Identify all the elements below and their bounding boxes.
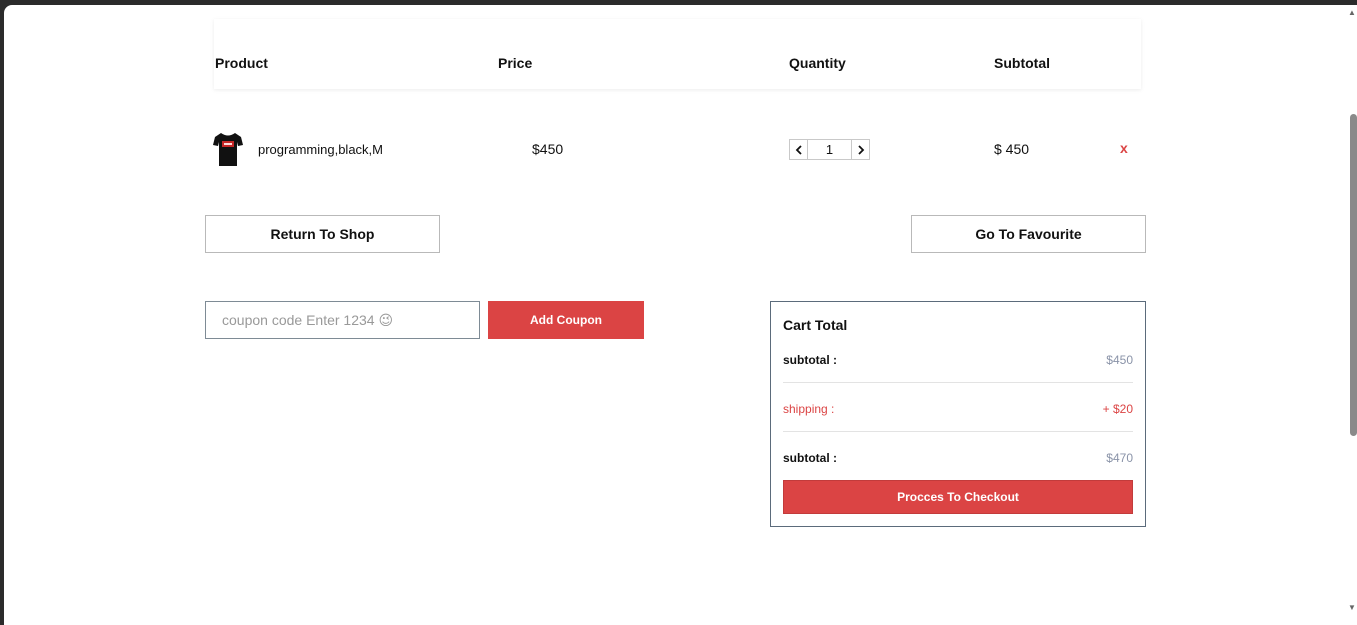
quantity-stepper: 1	[789, 139, 870, 160]
cart-total-panel: Cart Total subtotal : $450 shipping : + …	[770, 301, 1146, 527]
quantity-value[interactable]: 1	[808, 140, 851, 159]
scroll-up-icon[interactable]: ▲	[1348, 8, 1356, 17]
divider	[783, 382, 1133, 383]
chevron-left-icon	[795, 144, 802, 155]
scroll-down-icon[interactable]: ▼	[1348, 603, 1356, 612]
total-value: $470	[1106, 451, 1133, 465]
checkout-button[interactable]: Procces To Checkout	[783, 480, 1133, 514]
divider	[783, 431, 1133, 432]
header-subtotal: Subtotal	[994, 55, 1050, 71]
black-tshirt-icon[interactable]	[212, 131, 244, 167]
item-subtotal: $ 450	[994, 141, 1030, 157]
go-to-favourite-button[interactable]: Go To Favourite	[911, 215, 1146, 253]
page-window: Product Price Quantity Subtotal programm…	[4, 5, 1357, 625]
chevron-right-icon	[857, 144, 864, 155]
shipping-line: shipping : + $20	[783, 402, 1133, 418]
cart-total-title: Cart Total	[783, 317, 848, 333]
coupon-input[interactable]: coupon code Enter 1234 😉	[205, 301, 480, 339]
coupon-placeholder: coupon code Enter 1234 😉	[222, 311, 394, 328]
total-label: subtotal :	[783, 451, 837, 465]
subtotal-line: subtotal : $450	[783, 353, 1133, 369]
scrollbar-thumb[interactable]	[1350, 114, 1357, 436]
remove-item-button[interactable]: x	[1120, 140, 1128, 156]
increase-quantity-button[interactable]	[851, 140, 869, 159]
decrease-quantity-button[interactable]	[790, 140, 808, 159]
product-price: $450	[532, 141, 564, 157]
header-product: Product	[215, 55, 268, 71]
return-to-shop-button[interactable]: Return To Shop	[205, 215, 440, 253]
shipping-label: shipping :	[783, 402, 835, 416]
total-line: subtotal : $470	[783, 451, 1133, 467]
header-price: Price	[498, 55, 533, 71]
subtotal-value: $450	[1106, 353, 1133, 367]
product-name[interactable]: programming,black,M	[258, 142, 383, 157]
add-coupon-button[interactable]: Add Coupon	[488, 301, 644, 339]
table-row: programming,black,M $450 1 $ 450 x	[208, 129, 1138, 169]
shipping-value: + $20	[1102, 402, 1133, 416]
subtotal-label: subtotal :	[783, 353, 837, 367]
header-quantity: Quantity	[789, 55, 846, 71]
cart-table-header: Product Price Quantity Subtotal	[214, 19, 1141, 89]
